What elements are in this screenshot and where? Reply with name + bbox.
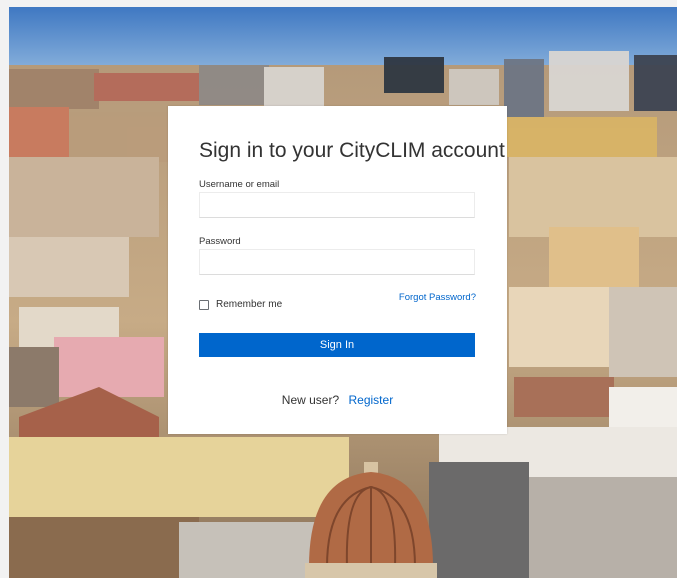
username-label: Username or email xyxy=(199,179,280,190)
page-title: Sign in to your CityCLIM account xyxy=(199,139,505,162)
login-card: Sign in to your CityCLIM account Usernam… xyxy=(168,106,507,434)
remember-me-label: Remember me xyxy=(216,299,283,310)
forgot-password-link[interactable]: Forgot Password? xyxy=(399,292,476,303)
checkbox-box[interactable] xyxy=(199,299,209,310)
password-label: Password xyxy=(199,236,241,247)
login-page: Sign in to your CityCLIM account Usernam… xyxy=(9,7,677,578)
register-link[interactable]: Register xyxy=(349,393,394,407)
remember-me-checkbox[interactable]: Remember me xyxy=(199,299,282,310)
username-input[interactable] xyxy=(199,192,475,218)
new-user-text: New user? xyxy=(281,393,340,407)
sign-in-button[interactable]: Sign In xyxy=(199,333,475,357)
new-user-row: New user? Register xyxy=(168,393,507,407)
password-input[interactable] xyxy=(199,249,475,275)
